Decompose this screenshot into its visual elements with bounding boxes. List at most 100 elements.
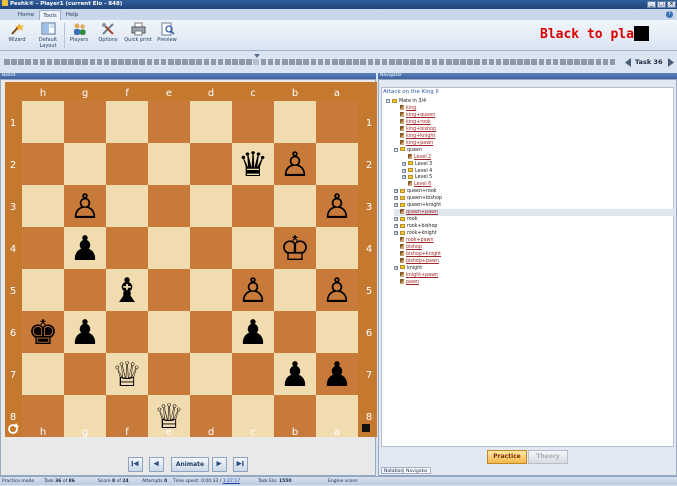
task-segment[interactable] [588, 59, 595, 65]
board-square-f4[interactable] [106, 227, 148, 269]
white-king[interactable]: ♔ [280, 229, 310, 269]
board-square-h4[interactable] [22, 227, 64, 269]
task-segment[interactable] [61, 59, 67, 65]
board-square-a1[interactable] [316, 101, 358, 143]
task-segment[interactable] [46, 59, 53, 65]
task-segment[interactable] [531, 59, 538, 65]
task-segment[interactable] [82, 59, 89, 65]
task-segment[interactable] [381, 59, 388, 65]
task-segment[interactable] [609, 59, 616, 65]
task-segment[interactable] [559, 59, 566, 65]
task-segment[interactable] [331, 59, 338, 65]
quick-print-button[interactable]: Quick print [123, 21, 153, 50]
task-segment[interactable] [438, 59, 445, 65]
board-square-d4[interactable] [190, 227, 232, 269]
tree-folder-item[interactable]: + queen+bishop [394, 195, 442, 202]
task-segment[interactable] [281, 59, 288, 65]
board-square-a4[interactable] [316, 227, 358, 269]
task-segment[interactable] [224, 59, 231, 65]
task-segment[interactable] [502, 59, 509, 65]
task-segment[interactable] [210, 59, 217, 65]
board-square-a6[interactable] [316, 311, 358, 353]
players-button[interactable]: Players [66, 21, 92, 50]
tab-help[interactable]: Help [62, 10, 82, 20]
tree-folder-item[interactable]: + Level 4 [402, 168, 432, 175]
task-segment[interactable] [388, 59, 395, 65]
task-segment[interactable] [68, 59, 74, 65]
tree-task-link[interactable]: knight+pawn [394, 271, 438, 279]
task-segment[interactable] [182, 59, 188, 65]
white-pawn[interactable]: ♙ [238, 271, 268, 311]
tree-task-link[interactable]: king+knight [394, 132, 435, 140]
task-segment[interactable] [574, 59, 580, 65]
board-square-e6[interactable] [148, 311, 190, 353]
task-segment[interactable] [524, 59, 530, 65]
status-time-total-link[interactable]: 1:27:17 [223, 479, 240, 484]
tree-task-link[interactable]: rook+pawn [394, 237, 433, 244]
first-move-button[interactable] [128, 457, 143, 472]
tree-task-link[interactable]: king+bishop [394, 125, 436, 133]
black-pawn[interactable]: ♟ [70, 313, 100, 353]
collapse-icon[interactable]: − [386, 99, 390, 103]
board-square-d2[interactable] [190, 143, 232, 185]
board-square-d7[interactable] [190, 353, 232, 395]
tab-home[interactable]: Home [14, 10, 38, 20]
task-segment[interactable] [339, 59, 345, 65]
board-square-a2[interactable] [316, 143, 358, 185]
task-segment[interactable] [89, 59, 96, 65]
minimize-button[interactable]: _ [647, 1, 656, 8]
task-segment[interactable] [445, 59, 452, 65]
board-square-e3[interactable] [148, 185, 190, 227]
task-segment[interactable] [175, 59, 181, 65]
board-square-d5[interactable] [190, 269, 232, 311]
tree-task-link[interactable]: king+rook [394, 118, 431, 126]
next-task-arrow-icon[interactable] [666, 57, 676, 68]
task-segment[interactable] [453, 59, 459, 65]
expand-icon[interactable]: + [402, 168, 406, 173]
theory-button[interactable]: Theory [528, 450, 568, 464]
task-segment[interactable] [417, 59, 424, 65]
board-square-e1[interactable] [148, 101, 190, 143]
board-square-b5[interactable] [274, 269, 316, 311]
task-segment[interactable] [353, 59, 359, 65]
task-segment[interactable] [189, 59, 195, 65]
board-square-f6[interactable] [106, 311, 148, 353]
tree-task-link[interactable]: bishop [394, 243, 422, 251]
board-square-b6[interactable] [274, 311, 316, 353]
tree-task-link[interactable]: king [394, 104, 416, 112]
task-segment[interactable] [374, 59, 381, 65]
task-segment[interactable] [424, 59, 431, 65]
tree-folder-item[interactable]: + rook [394, 216, 418, 223]
white-pawn[interactable]: ♙ [322, 271, 352, 311]
black-pawn[interactable]: ♟ [238, 313, 268, 353]
task-segment[interactable] [396, 59, 402, 65]
wizard-button[interactable]: Wizard [2, 21, 32, 50]
expand-icon[interactable]: + [402, 175, 406, 180]
tree-task-link[interactable]: king+queen [394, 111, 435, 119]
task-segment[interactable] [25, 59, 31, 65]
task-segment[interactable] [552, 59, 559, 65]
task-segment[interactable] [467, 59, 473, 65]
task-segment[interactable] [96, 59, 103, 65]
task-segment[interactable] [246, 59, 252, 65]
expand-icon[interactable]: + [394, 196, 398, 201]
task-segment[interactable] [538, 59, 545, 65]
previous-task-arrow-icon[interactable] [623, 57, 633, 68]
task-segment[interactable] [481, 59, 488, 65]
white-pawn[interactable]: ♙ [70, 187, 100, 227]
chessboard[interactable]: hhggffeeddccbbaa1 12 23 34 45 56 67 78 8 ♛ ♙♙ ♙♟ ♔♝… [5, 82, 377, 437]
board-square-g5[interactable] [64, 269, 106, 311]
animate-button[interactable]: Animate [171, 457, 209, 472]
expand-icon[interactable]: + [402, 161, 406, 166]
task-segment[interactable] [203, 59, 210, 65]
white-queen[interactable]: ♕ [154, 397, 184, 437]
tree-folder-item[interactable]: + rook+knight [394, 230, 437, 237]
board-square-h2[interactable] [22, 143, 64, 185]
practice-button[interactable]: Practice [487, 450, 527, 464]
board-square-e5[interactable] [148, 269, 190, 311]
preview-button[interactable]: Preview [155, 21, 179, 50]
board-square-f1[interactable] [106, 101, 148, 143]
tree-task-link[interactable]: king+pawn [394, 139, 433, 147]
board-square-e2[interactable] [148, 143, 190, 185]
collapse-icon[interactable]: − [394, 147, 398, 152]
